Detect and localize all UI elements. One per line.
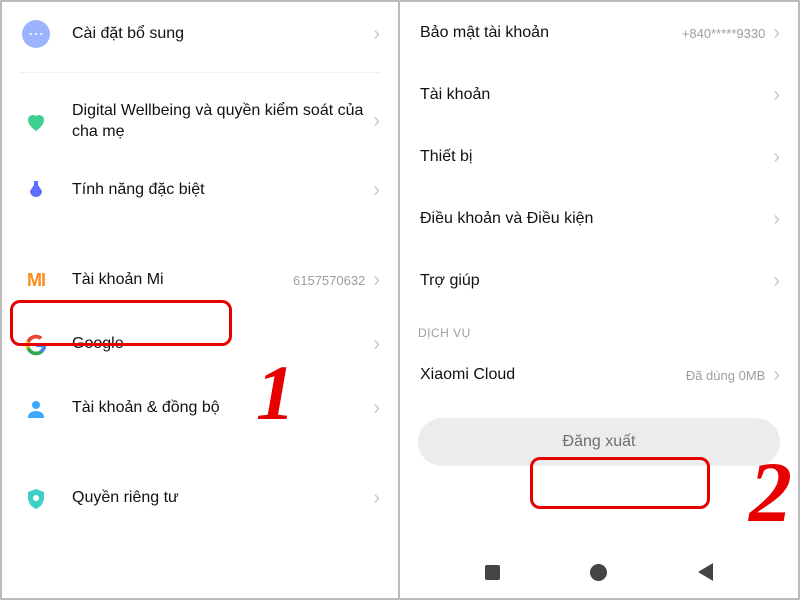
privacy-label: Quyền riêng tư	[72, 488, 373, 509]
chevron-right-icon: ›	[373, 23, 380, 46]
row-digital-wellbeing[interactable]: Digital Wellbeing và quyền kiểm soát của…	[2, 79, 398, 159]
row-special-features[interactable]: Tính năng đặc biệt ›	[2, 159, 398, 223]
row-google[interactable]: Google ›	[2, 313, 398, 377]
sign-out-button[interactable]: Đăng xuất	[418, 418, 780, 466]
xiaomi-cloud-usage: Đã dùng 0MB	[686, 368, 766, 383]
nav-home-button[interactable]	[590, 564, 607, 581]
special-features-label: Tính năng đặc biệt	[72, 180, 373, 201]
additional-settings-label: Cài đặt bổ sung	[72, 24, 373, 45]
row-help[interactable]: Trợ giúp ›	[400, 250, 798, 312]
terms-label: Điều khoản và Điều kiện	[418, 209, 773, 230]
accounts-label: Tài khoản	[418, 85, 773, 106]
row-accounts-sync[interactable]: Tài khoản & đồng bộ ›	[2, 377, 398, 441]
additional-settings-icon: ⋯	[20, 18, 52, 50]
wellbeing-icon	[20, 106, 52, 138]
chevron-right-icon: ›	[773, 146, 780, 169]
chevron-right-icon: ›	[373, 333, 380, 356]
devices-label: Thiết bị	[418, 147, 773, 168]
chevron-right-icon: ›	[373, 397, 380, 420]
mi-account-id: 6157570632	[293, 273, 365, 288]
android-nav-bar	[400, 550, 798, 594]
chevron-right-icon: ›	[373, 179, 380, 202]
privacy-shield-icon	[20, 483, 52, 515]
sign-out-label: Đăng xuất	[563, 433, 636, 451]
mi-account-label: Tài khoản Mi	[72, 270, 293, 291]
chevron-right-icon: ›	[773, 364, 780, 387]
special-features-icon	[20, 175, 52, 207]
settings-list-pane: ⋯ Cài đặt bổ sung › Digital Wellbeing và…	[2, 2, 400, 598]
row-account-security[interactable]: Bảo mật tài khoản +840*****9330 ›	[400, 2, 798, 64]
help-label: Trợ giúp	[418, 271, 773, 292]
chevron-right-icon: ›	[373, 110, 380, 133]
xiaomi-cloud-label: Xiaomi Cloud	[418, 365, 686, 386]
account-security-phone: +840*****9330	[682, 26, 766, 41]
mi-account-detail-pane: Bảo mật tài khoản +840*****9330 › Tài kh…	[400, 2, 798, 598]
row-xiaomi-cloud[interactable]: Xiaomi Cloud Đã dùng 0MB ›	[400, 344, 798, 406]
mi-logo-icon: MI	[20, 265, 52, 297]
row-privacy[interactable]: Quyền riêng tư ›	[2, 467, 398, 531]
nav-recent-button[interactable]	[485, 565, 500, 580]
row-additional-settings[interactable]: ⋯ Cài đặt bổ sung ›	[2, 2, 398, 66]
chevron-right-icon: ›	[373, 487, 380, 510]
chevron-right-icon: ›	[373, 269, 380, 292]
row-devices[interactable]: Thiết bị ›	[400, 126, 798, 188]
row-accounts[interactable]: Tài khoản ›	[400, 64, 798, 126]
chevron-right-icon: ›	[773, 208, 780, 231]
chevron-right-icon: ›	[773, 22, 780, 45]
accounts-sync-icon	[20, 393, 52, 425]
digital-wellbeing-label: Digital Wellbeing và quyền kiểm soát của…	[72, 101, 373, 143]
accounts-sync-label: Tài khoản & đồng bộ	[72, 398, 373, 419]
account-security-label: Bảo mật tài khoản	[418, 23, 682, 44]
row-terms[interactable]: Điều khoản và Điều kiện ›	[400, 188, 798, 250]
divider	[20, 72, 380, 73]
google-label: Google	[72, 334, 373, 355]
chevron-right-icon: ›	[773, 270, 780, 293]
row-mi-account[interactable]: MI Tài khoản Mi 6157570632 ›	[2, 249, 398, 313]
chevron-right-icon: ›	[773, 84, 780, 107]
google-logo-icon	[20, 329, 52, 361]
section-services-header: DỊCH VỤ	[400, 312, 798, 344]
nav-back-button[interactable]	[698, 563, 713, 581]
